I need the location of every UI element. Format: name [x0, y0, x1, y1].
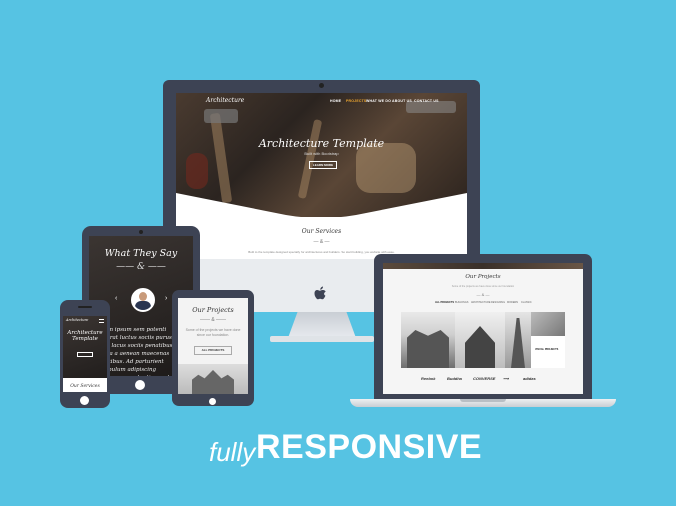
tablet-home-button[interactable]: [135, 380, 145, 390]
slider-dots[interactable]: [315, 210, 331, 223]
hero-subtitle: Built with Bootstrap: [304, 151, 339, 156]
services-heading: Our Services: [70, 384, 100, 389]
project-thumbnail[interactable]: [455, 312, 505, 368]
desktop-camera: [319, 83, 324, 88]
site-logo[interactable]: Architecture: [206, 97, 244, 104]
laptop-notch: [460, 399, 506, 402]
ornament-icon: —— & ——: [116, 262, 166, 272]
ornament-icon: — & —: [476, 292, 490, 297]
phone-screen: Architecture Architecture Template Our S…: [63, 316, 107, 392]
hero-wave-divider: [176, 193, 467, 223]
all-projects-button[interactable]: ALL PROJECTS: [194, 346, 232, 355]
client-logo-converse: CONVERSE: [473, 376, 496, 381]
nav-contact-us[interactable]: CONTACT US: [414, 99, 439, 103]
avatar: [131, 288, 155, 312]
hero-title: Architecture Template: [258, 137, 385, 150]
nav-what-we-do[interactable]: WHAT WE DO: [366, 99, 391, 103]
client-logo-adidas: adidas: [523, 376, 536, 381]
project-thumbnail[interactable]: [401, 312, 455, 368]
filter-modern[interactable]: MODERN: [507, 301, 518, 304]
desktop-stand-base: [270, 336, 374, 342]
client-logo-swoosh-icon: ⟿: [503, 376, 509, 381]
desktop-screen: Architecture HOME PROJECTS WHAT WE DO AB…: [176, 93, 467, 259]
filter-all-projects[interactable]: ALL PROJECTS: [435, 301, 454, 304]
testimonials-heading: What They Say: [104, 248, 178, 259]
chevron-left-icon[interactable]: ‹: [115, 295, 117, 302]
projects-description: Some of the projects we have done since …: [185, 328, 241, 337]
services-heading: Our Services: [301, 228, 342, 235]
hero-title: Architecture Template: [67, 330, 103, 342]
filter-buildings[interactable]: BUILDINGS: [455, 301, 468, 304]
filter-architecture[interactable]: ARCHITECTURE: [471, 301, 491, 304]
project-thumbnail[interactable]: [505, 312, 531, 368]
apple-logo-icon: [314, 286, 326, 300]
ornament-icon: — & —: [313, 239, 330, 245]
client-logos: Reebok Buddha CONVERSE ⟿ adidas: [383, 376, 583, 386]
tablet-camera: [139, 230, 143, 234]
projects-heading: Our Projects: [192, 306, 234, 314]
project-featured-label: VISUAL PROJECTS: [535, 348, 559, 351]
learn-more-button[interactable]: [77, 352, 93, 357]
phone-speaker: [78, 306, 92, 308]
ornament-icon: —— & ——: [199, 317, 227, 323]
client-logo-buddha: Buddha: [447, 376, 462, 381]
project-thumbnail[interactable]: [178, 364, 248, 394]
nav-about-us[interactable]: ABOUT US: [392, 99, 412, 103]
small-tablet-home-button[interactable]: [209, 398, 216, 405]
nav-home[interactable]: HOME: [330, 99, 341, 103]
filter-designing[interactable]: DESIGNING: [491, 301, 505, 304]
learn-more-button[interactable]: LEARN MORE: [309, 161, 337, 169]
small-tablet-screen: Our Projects —— & —— Some of the project…: [178, 298, 248, 394]
headline-main: RESPONSIVE: [256, 428, 483, 466]
projects-heading: Our Projects: [465, 274, 501, 280]
phone-home-button[interactable]: [80, 396, 89, 405]
laptop-screen: Our Projects Some of the projects we hav…: [383, 263, 583, 394]
top-navigation: Architecture HOME PROJECTS WHAT WE DO AB…: [176, 93, 467, 109]
headline-prefix: fully: [209, 437, 256, 467]
chevron-right-icon[interactable]: ›: [165, 295, 167, 302]
client-logo-reebok: Reebok: [421, 376, 436, 381]
projects-subtitle: Some of the projects we have done since …: [451, 285, 515, 288]
nav-projects[interactable]: PROJECTS: [346, 99, 366, 103]
site-logo[interactable]: Architecture: [66, 318, 88, 322]
desktop-stand: [288, 312, 356, 338]
filter-classic[interactable]: CLASSIC: [521, 301, 532, 304]
hamburger-menu-icon[interactable]: [99, 319, 104, 323]
project-featured[interactable]: VISUAL PROJECTS: [531, 312, 565, 368]
